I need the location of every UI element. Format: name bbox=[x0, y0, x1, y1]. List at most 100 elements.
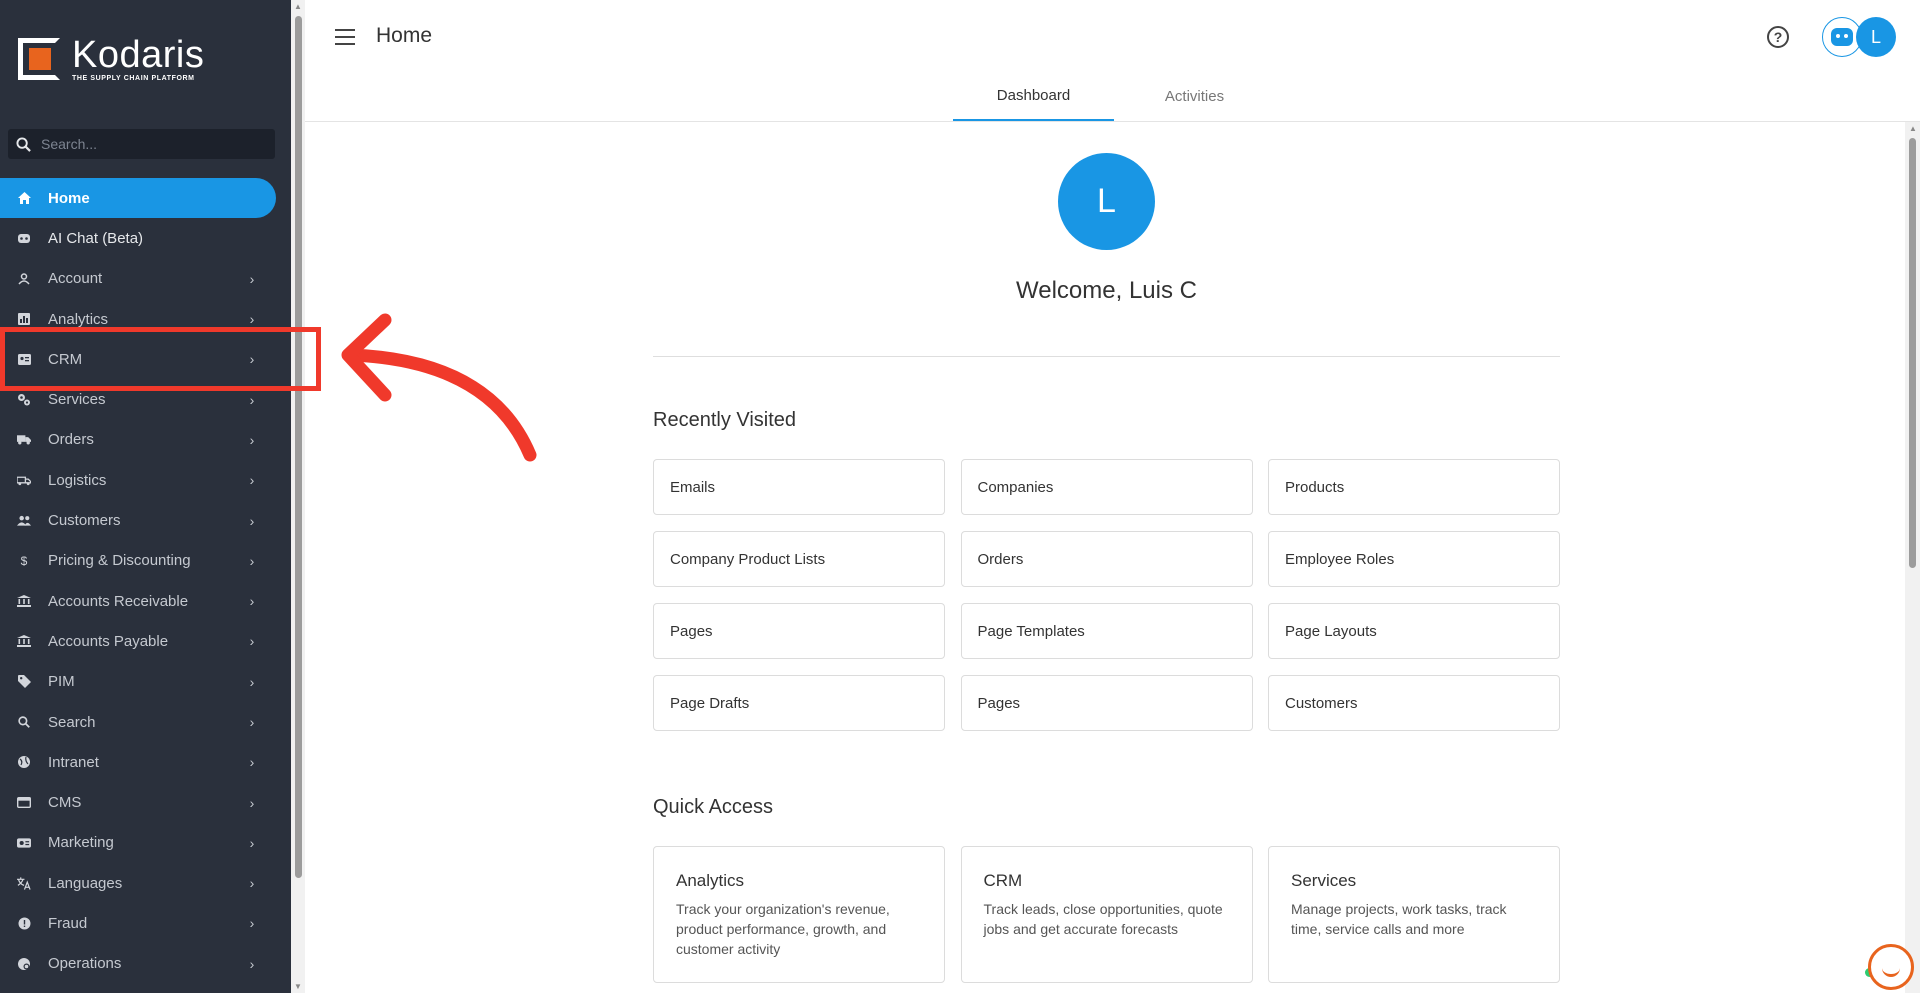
quick-access-card-analytics[interactable]: Analytics Track your organization's reve… bbox=[653, 846, 945, 983]
recent-link-card[interactable]: Page Drafts bbox=[653, 675, 945, 731]
kodaris-logo[interactable]: Kodaris THE SUPPLY CHAIN PLATFORM bbox=[18, 36, 204, 82]
recent-link-card[interactable]: Page Templates bbox=[960, 603, 1253, 659]
sidebar-item-customers[interactable]: Customers › bbox=[0, 500, 276, 540]
sidebar-item-label: Marketing bbox=[48, 834, 114, 852]
recent-link-card[interactable]: Orders bbox=[960, 531, 1253, 587]
recent-link-card[interactable]: Pages bbox=[653, 603, 945, 659]
recent-link-card[interactable]: Pages bbox=[960, 675, 1253, 731]
brand-name: Kodaris bbox=[72, 34, 205, 76]
chart-icon bbox=[17, 312, 31, 326]
sidebar-item-label: Home bbox=[48, 189, 90, 207]
tab-dashboard[interactable]: Dashboard bbox=[953, 72, 1114, 121]
sidebar-item-label: Operations bbox=[48, 955, 122, 973]
recent-link-card[interactable]: Products bbox=[1268, 459, 1560, 515]
sidebar-scroll-thumb[interactable] bbox=[295, 16, 302, 878]
kodaris-logo-mark bbox=[18, 38, 60, 80]
bank-icon bbox=[17, 594, 31, 608]
sidebar-item-orders[interactable]: Orders › bbox=[0, 420, 276, 460]
recent-link-card[interactable]: Employee Roles bbox=[1268, 531, 1560, 587]
chat-support-icon[interactable] bbox=[1868, 944, 1914, 990]
sidebar-item-ai-chat[interactable]: AI Chat (Beta) bbox=[0, 218, 276, 258]
sidebar-item-label: Languages bbox=[48, 874, 123, 892]
sidebar-item-accounts-payable[interactable]: Accounts Payable › bbox=[0, 621, 276, 661]
recently-visited-grid: Emails Companies Products Company Produc… bbox=[653, 459, 1560, 731]
top-bar: Home ? L Dashboard Activities bbox=[305, 0, 1920, 122]
sidebar-item-pricing[interactable]: $ Pricing & Discounting › bbox=[0, 541, 276, 581]
user-icon bbox=[17, 272, 31, 286]
chevron-right-icon: › bbox=[249, 794, 255, 811]
sidebar-item-operations[interactable]: Operations › bbox=[0, 944, 276, 984]
sidebar-item-label: Customers bbox=[48, 512, 121, 530]
sidebar-item-fraud[interactable]: Fraud › bbox=[0, 903, 276, 943]
menu-icon[interactable] bbox=[335, 29, 355, 45]
tab-activities[interactable]: Activities bbox=[1114, 72, 1275, 121]
sidebar-item-languages[interactable]: Languages › bbox=[0, 863, 276, 903]
truck-icon bbox=[17, 433, 31, 447]
quick-access-card-title: Services bbox=[1291, 871, 1357, 890]
user-avatar[interactable]: L bbox=[1856, 17, 1896, 57]
recent-link-card[interactable]: Company Product Lists bbox=[653, 531, 945, 587]
annotation-arrow-icon bbox=[341, 313, 537, 462]
quick-access-grid: Analytics Track your organization's reve… bbox=[653, 846, 1560, 983]
sidebar-item-label: Intranet bbox=[48, 753, 99, 771]
sidebar-item-cms[interactable]: CMS › bbox=[0, 782, 276, 822]
quick-access-card-desc: Track your organization's revenue, produ… bbox=[676, 901, 890, 957]
scroll-down-arrow-icon[interactable]: ▼ bbox=[294, 982, 302, 991]
page-tabs: Dashboard Activities bbox=[953, 72, 1275, 121]
sidebar-item-accounts-receivable[interactable]: Accounts Receivable › bbox=[0, 581, 276, 621]
sidebar-item-label: Logistics bbox=[48, 471, 107, 489]
recent-link-card[interactable]: Emails bbox=[653, 459, 945, 515]
sidebar-item-intranet[interactable]: Intranet › bbox=[0, 742, 276, 782]
sidebar-item-label: PIM bbox=[48, 673, 75, 691]
dollar-icon: $ bbox=[20, 553, 28, 568]
sidebar-item-search[interactable]: Search › bbox=[0, 702, 276, 742]
robot-icon bbox=[17, 231, 31, 245]
dashboard-content: L Welcome, Luis C Recently Visited Email… bbox=[305, 122, 1900, 993]
translate-icon bbox=[17, 876, 31, 890]
sidebar-item-label: CMS bbox=[48, 794, 82, 812]
chevron-right-icon: › bbox=[249, 714, 255, 730]
annotation-highlight-box bbox=[0, 327, 321, 391]
chevron-right-icon: › bbox=[249, 391, 255, 408]
sidebar-item-account[interactable]: Account › bbox=[0, 259, 276, 299]
sidebar-search-input[interactable] bbox=[41, 136, 251, 152]
quick-access-card-title: Analytics bbox=[676, 871, 745, 890]
sidebar-item-logistics[interactable]: Logistics › bbox=[0, 460, 276, 500]
scroll-up-arrow-icon[interactable]: ▲ bbox=[294, 2, 302, 11]
search-icon bbox=[17, 715, 31, 729]
sidebar-item-label: Accounts Receivable bbox=[48, 592, 189, 610]
sidebar-item-label: Accounts Payable bbox=[48, 632, 169, 650]
main-scrollbar[interactable]: ▲ bbox=[1905, 122, 1920, 993]
quick-access-title: Quick Access bbox=[653, 796, 774, 818]
help-icon[interactable]: ? bbox=[1767, 26, 1789, 48]
chevron-right-icon: › bbox=[249, 875, 255, 892]
sidebar-item-home[interactable]: Home bbox=[0, 178, 276, 219]
sidebar-item-marketing[interactable]: Marketing › bbox=[0, 823, 276, 863]
sidebar-item-label: Pricing & Discounting bbox=[48, 552, 191, 570]
settings-icon bbox=[17, 957, 31, 971]
chevron-right-icon: › bbox=[249, 552, 255, 569]
recently-visited-title: Recently Visited bbox=[653, 409, 797, 431]
home-icon bbox=[17, 191, 31, 205]
main-scroll-thumb[interactable] bbox=[1909, 138, 1916, 568]
sidebar-scrollbar[interactable]: ▲ ▼ bbox=[291, 0, 305, 993]
sidebar-item-label: AI Chat (Beta) bbox=[48, 229, 144, 247]
chevron-right-icon: › bbox=[249, 311, 255, 328]
quick-access-card-services[interactable]: Services Manage projects, work tasks, tr… bbox=[1268, 846, 1560, 983]
sidebar-item-pim[interactable]: PIM › bbox=[0, 662, 276, 702]
welcome-message: Welcome, Luis C bbox=[1016, 277, 1197, 304]
recent-link-card[interactable]: Customers bbox=[1268, 675, 1560, 731]
scroll-up-arrow-icon[interactable]: ▲ bbox=[1909, 124, 1917, 133]
chevron-right-icon: › bbox=[249, 915, 255, 932]
recent-link-card[interactable]: Companies bbox=[960, 459, 1253, 515]
page-title: Home bbox=[376, 24, 433, 47]
chevron-right-icon: › bbox=[249, 633, 255, 650]
people-icon bbox=[17, 514, 31, 528]
robot-icon bbox=[1831, 28, 1853, 46]
sidebar: Kodaris THE SUPPLY CHAIN PLATFORM Home A… bbox=[0, 0, 291, 993]
megaphone-icon bbox=[17, 836, 31, 850]
chevron-right-icon: › bbox=[249, 754, 255, 771]
divider bbox=[653, 356, 1560, 357]
quick-access-card-crm[interactable]: CRM Track leads, close opportunities, qu… bbox=[960, 846, 1253, 983]
recent-link-card[interactable]: Page Layouts bbox=[1268, 603, 1560, 659]
